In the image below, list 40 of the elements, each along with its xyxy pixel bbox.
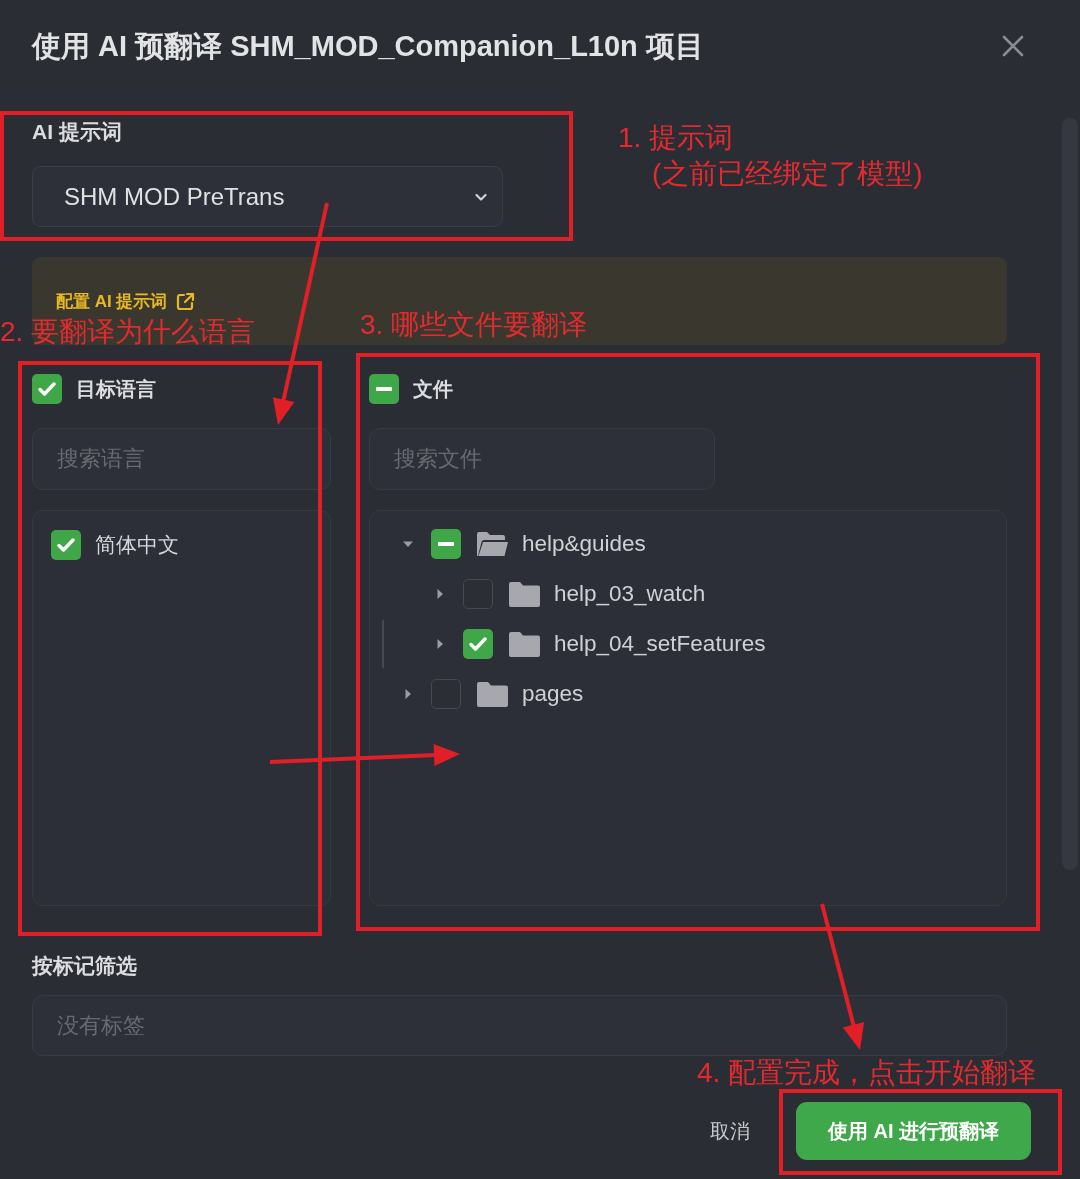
- panel-title: 目标语言: [76, 376, 156, 402]
- cancel-button[interactable]: 取消: [710, 1113, 750, 1149]
- annotation-note: 4. 配置完成，点击开始翻译: [697, 1058, 1037, 1087]
- search-field[interactable]: 搜索语言: [32, 428, 331, 490]
- caret-icon[interactable]: [435, 589, 445, 599]
- folder-open-icon: [476, 530, 509, 558]
- folder-icon: [508, 580, 541, 608]
- checkbox[interactable]: [431, 529, 461, 559]
- folder-name[interactable]: help_04_setFeatures: [554, 631, 766, 657]
- language-name[interactable]: 简体中文: [95, 531, 179, 559]
- checkmark-icon: [469, 637, 487, 651]
- checkbox[interactable]: [431, 679, 461, 709]
- annotation-note: 1. 提示词 (之前已经绑定了模型): [618, 121, 923, 191]
- search-field[interactable]: 搜索文件: [369, 428, 715, 490]
- caret-icon[interactable]: [403, 539, 413, 549]
- folder-icon: [476, 680, 509, 708]
- configure-prompt-link[interactable]: 配置 AI 提示词: [56, 289, 196, 313]
- checkbox[interactable]: [51, 530, 81, 560]
- annotation-note: 2. 要翻译为什么语言: [0, 315, 256, 349]
- external-link-icon: [176, 291, 196, 311]
- checkmark-icon: [57, 538, 75, 552]
- folder-name[interactable]: pages: [522, 681, 584, 707]
- panel-title: 文件: [413, 376, 453, 402]
- folder-name[interactable]: help_03_watch: [554, 581, 706, 607]
- checkbox[interactable]: [463, 629, 493, 659]
- caret-icon[interactable]: [435, 639, 445, 649]
- field-label: AI 提示词: [32, 119, 122, 145]
- checkbox[interactable]: [463, 579, 493, 609]
- folder-name[interactable]: help&guides: [522, 531, 646, 557]
- tag-field[interactable]: 没有标签: [32, 995, 1007, 1056]
- close-icon[interactable]: [1002, 35, 1024, 57]
- checkbox[interactable]: [369, 374, 399, 404]
- caret-icon[interactable]: [403, 689, 413, 699]
- prompt-select[interactable]: SHM MOD PreTrans: [32, 166, 503, 227]
- field-label: 按标记筛选: [32, 953, 137, 979]
- dialog-title: 使用 AI 预翻译 SHM_MOD_Companion_L10n 项目: [32, 29, 704, 64]
- checkmark-icon: [38, 382, 56, 396]
- annotation-note: 3. 哪些文件要翻译: [360, 308, 588, 342]
- checkbox[interactable]: [32, 374, 62, 404]
- folder-icon: [508, 630, 541, 658]
